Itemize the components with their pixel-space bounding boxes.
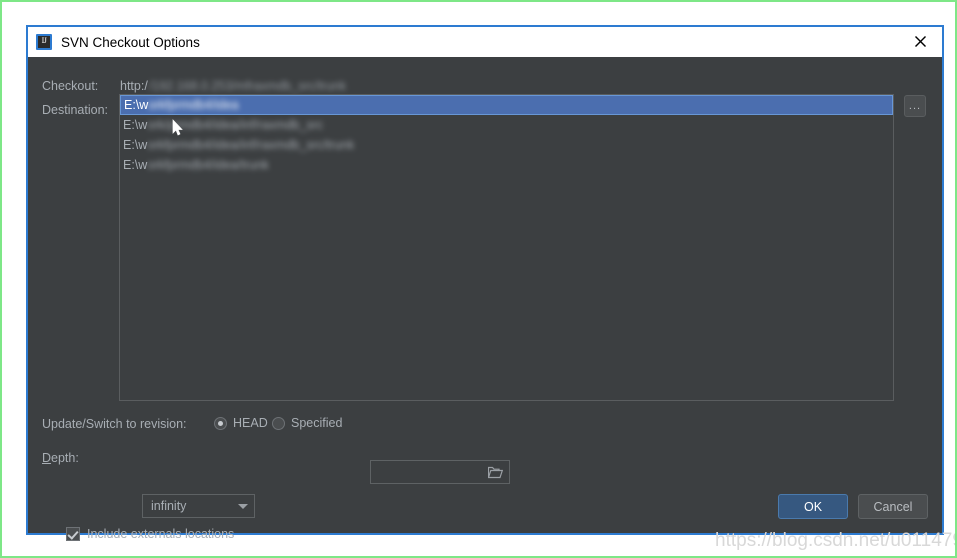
list-item-redacted: orkfprmdb4/idea/trunk <box>147 158 269 172</box>
depth-combobox[interactable]: infinity <box>142 494 255 518</box>
list-item-prefix: E:\w <box>124 98 149 112</box>
radio-label: HEAD <box>233 416 268 430</box>
list-item-prefix: E:\w <box>123 138 148 152</box>
list-item[interactable]: E:\workfprmdb4/idea <box>120 95 893 115</box>
dialog-titlebar: SVN Checkout Options <box>28 27 942 57</box>
ok-button[interactable]: OK <box>778 494 848 519</box>
checkout-url-value: http://192.168.0.253/mfraxmdb_src/trunk <box>120 79 346 93</box>
radio-label: Specified <box>291 416 343 430</box>
include-externals-label: Include externals locations <box>87 527 235 541</box>
close-icon <box>914 36 926 47</box>
checkbox-icon <box>66 527 80 541</box>
radio-dot-icon <box>214 416 227 430</box>
destination-dropdown-list[interactable]: E:\workfprmdb4/idea E:\work/prmdb4/idea/… <box>119 94 894 401</box>
ellipsis-icon: ... <box>908 100 922 112</box>
dialog-body: Checkout: http://192.168.0.253/mfraxmdb_… <box>28 57 942 541</box>
radio-revision-specified[interactable]: Specified <box>272 415 342 431</box>
include-externals-checkbox[interactable]: Include externals locations <box>66 527 234 541</box>
close-button[interactable] <box>898 27 942 56</box>
depth-value: infinity <box>151 499 187 513</box>
revision-input[interactable] <box>370 460 510 484</box>
revision-input-inner <box>371 461 509 483</box>
list-item[interactable]: E:\work/prmdb4/idea/inf/raxmdb_src <box>120 115 893 135</box>
list-item-redacted: ork/prmdb4/idea/inf/raxmdb_src <box>147 118 324 132</box>
list-item-redacted: orkfprmdb4/idea <box>148 98 239 112</box>
depth-label: Depth: <box>42 451 79 465</box>
radio-revision-head[interactable]: HEAD <box>214 415 268 431</box>
folder-icon <box>488 466 503 478</box>
list-item[interactable]: E:\workfprmdb4/idea/trunk <box>120 155 893 175</box>
dialog-title: SVN Checkout Options <box>61 34 200 50</box>
intellij-idea-icon <box>36 34 52 50</box>
list-item-redacted: orkfprmdb4/idea/inf/raxmdb_src/trunk <box>147 138 355 152</box>
destination-browse-button[interactable]: ... <box>904 95 926 117</box>
cancel-button[interactable]: Cancel <box>858 494 928 519</box>
radio-dot-icon <box>272 416 285 430</box>
list-item[interactable]: E:\workfprmdb4/idea/inf/raxmdb_src/trunk <box>120 135 893 155</box>
list-item-prefix: E:\w <box>123 158 148 172</box>
revision-label: Update/Switch to revision: <box>42 417 187 431</box>
svn-checkout-options-dialog: SVN Checkout Options Checkout: http://19… <box>26 25 944 541</box>
list-item-prefix: E:\w <box>123 118 148 132</box>
checkout-url-prefix: http:/ <box>120 79 148 93</box>
watermark-text: https://blog.csdn.net/u011479200 <box>715 530 955 551</box>
dialog-button-bar: OK Cancel <box>778 494 928 519</box>
checkout-label: Checkout: <box>42 79 99 93</box>
chevron-down-icon <box>238 503 248 509</box>
checkout-url-redacted: /192.168.0.253/mfraxmdb_src/trunk <box>148 79 347 93</box>
destination-label: Destination: <box>42 103 109 117</box>
screenshot-root: SVN Checkout Options Checkout: http://19… <box>0 0 957 558</box>
